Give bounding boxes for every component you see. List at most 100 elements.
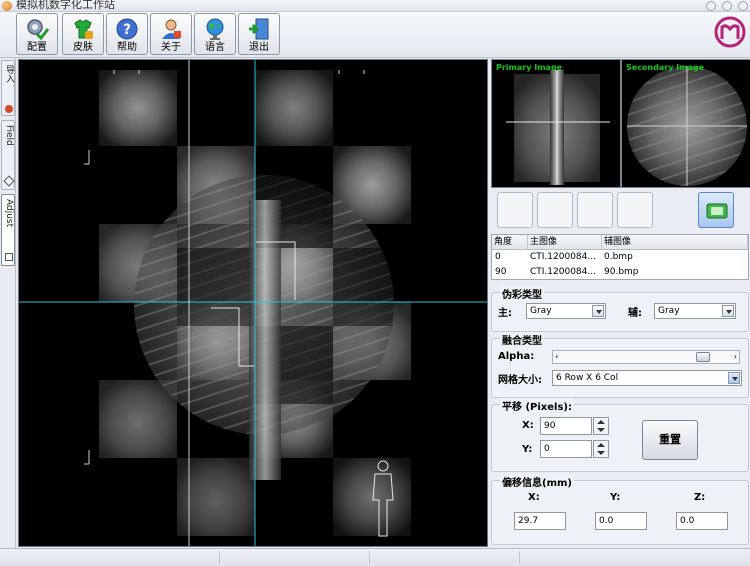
maximize-button[interactable]: [722, 1, 732, 11]
language-button[interactable]: 语言: [194, 13, 236, 55]
offset-y-value: 0.0: [599, 516, 614, 526]
toolbar: 配置 皮肤 ? 帮助 关于 语言 退出: [0, 12, 750, 58]
config-check-icon: [27, 19, 49, 41]
column-header-primary[interactable]: 主图像: [528, 235, 602, 250]
cell-primary-image: CTI.1200084...: [530, 267, 596, 277]
tab-adjust-label: Adjust: [4, 199, 14, 228]
chevron-down-icon: [728, 372, 740, 384]
skin-button[interactable]: 皮肤: [62, 13, 104, 55]
chevron-down-icon: [722, 305, 734, 317]
primary-image-thumbnail[interactable]: Primary Image: [491, 59, 621, 188]
translate-y-value: 0: [544, 444, 550, 454]
tab-import-label: 导入: [4, 65, 14, 83]
primary-color-value: Gray: [530, 306, 552, 316]
tab-adjust[interactable]: Adjust: [1, 194, 15, 266]
translate-group: 平移 (Pixels): X: 90 Y: 0 重置: [491, 398, 749, 472]
translate-y-label: Y:: [522, 444, 533, 455]
secondary-color-label: 辅:: [628, 308, 642, 319]
tool-slot-1[interactable]: [497, 192, 533, 228]
primary-color-select[interactable]: Gray: [526, 303, 606, 319]
fusion-image-canvas[interactable]: [19, 60, 488, 547]
offset-title: 偏移信息(mm): [500, 474, 574, 489]
translate-x-value: 90: [544, 421, 556, 431]
translate-y-input[interactable]: 0: [540, 440, 592, 458]
offset-info-group: 偏移信息(mm) X: Y: Z: 29.7 0.0 0.0: [491, 474, 749, 545]
about-button[interactable]: 关于: [150, 13, 192, 55]
field-icon: [3, 175, 15, 187]
secondary-image-label: Secondary Image: [626, 63, 705, 72]
offset-z-value: 0.0: [680, 516, 695, 526]
brand-logo-icon: [714, 15, 746, 49]
translate-x-spinner[interactable]: [593, 417, 609, 435]
cell-angle: 90: [495, 267, 507, 277]
fusion-image-viewer[interactable]: [18, 59, 488, 547]
display-mode-button[interactable]: [698, 192, 734, 228]
pseudo-color-group: 伪彩类型 主: Gray 辅: Gray: [491, 286, 749, 332]
tab-field-label: Field: [4, 125, 14, 146]
slider-left-arrow-icon[interactable]: ‹: [555, 352, 558, 361]
cell-secondary-image: 0.bmp: [604, 252, 633, 262]
tool-slot-3[interactable]: [577, 192, 613, 228]
alpha-slider-thumb[interactable]: [695, 352, 710, 362]
table-header: 角度 主图像 辅图像: [492, 235, 748, 250]
tool-slot-2[interactable]: [537, 192, 573, 228]
offset-y-label: Y:: [610, 492, 621, 503]
cell-primary-image: CTI.1200084...: [530, 252, 596, 262]
table-row[interactable]: 90 CTI.1200084... 90.bmp: [492, 265, 748, 280]
offset-x-value: 29.7: [518, 516, 539, 526]
grid-size-select[interactable]: 6 Row X 6 Col: [552, 370, 742, 386]
alpha-label: Alpha:: [498, 351, 535, 362]
minimize-button[interactable]: [706, 1, 716, 11]
title-bar: 模拟机数字化工作站: [0, 0, 750, 12]
language-label: 语言: [205, 42, 225, 53]
app-icon: [2, 1, 12, 11]
translate-x-label: X:: [522, 420, 534, 431]
primary-color-label: 主:: [498, 308, 512, 319]
translate-title: 平移 (Pixels):: [500, 398, 574, 413]
secondary-image-thumbnail[interactable]: Secondary Image: [621, 59, 750, 188]
exit-label: 退出: [249, 42, 269, 53]
offset-y-field[interactable]: 0.0: [595, 512, 647, 530]
column-header-secondary[interactable]: 辅图像: [602, 235, 748, 250]
alpha-slider[interactable]: ‹ ›: [552, 350, 740, 364]
help-button[interactable]: ? 帮助: [106, 13, 148, 55]
help-question-icon: ?: [116, 18, 138, 40]
close-button[interactable]: [738, 1, 748, 11]
chevron-down-icon: [592, 305, 604, 317]
offset-z-field[interactable]: 0.0: [676, 512, 728, 530]
import-icon: [5, 105, 13, 113]
adjust-icon: [5, 253, 13, 261]
control-panel: Primary Image Secondary Image 角度 主图像 辅图像…: [489, 59, 750, 547]
primary-image-label: Primary Image: [496, 63, 563, 72]
tab-field[interactable]: Field: [1, 120, 15, 190]
config-button[interactable]: 配置: [16, 13, 58, 55]
pseudo-color-title: 伪彩类型: [500, 286, 544, 301]
offset-z-label: Z:: [694, 492, 706, 503]
translate-y-spinner[interactable]: [593, 440, 609, 458]
status-cell: [370, 551, 520, 564]
tab-import[interactable]: 导入: [1, 60, 15, 116]
slider-right-arrow-icon[interactable]: ›: [734, 352, 737, 361]
cell-secondary-image: 90.bmp: [604, 267, 639, 277]
table-row[interactable]: 0 CTI.1200084... 0.bmp: [492, 250, 748, 265]
fusion-type-group: 融合类型 Alpha: ‹ › 网格大小: 6 Row X 6 Col: [491, 332, 749, 398]
primary-drr-image: [506, 70, 610, 185]
svg-text:?: ?: [123, 22, 131, 38]
status-cell: [220, 551, 370, 564]
status-bar: [0, 548, 750, 566]
grid-size-value: 6 Row X 6 Col: [556, 373, 619, 383]
skin-label: 皮肤: [73, 42, 93, 53]
left-tab-strip: 导入 Field Adjust: [0, 58, 16, 548]
column-header-angle[interactable]: 角度: [492, 235, 528, 250]
secondary-color-select[interactable]: Gray: [654, 303, 736, 319]
translate-x-input[interactable]: 90: [540, 417, 592, 435]
about-user-icon: [162, 19, 181, 39]
tool-slot-4[interactable]: [617, 192, 653, 228]
window-title: 模拟机数字化工作站: [16, 0, 115, 11]
reset-button[interactable]: 重置: [642, 420, 698, 460]
skin-shirt-icon: [74, 19, 93, 39]
grid-size-label: 网格大小:: [498, 375, 542, 386]
exit-button[interactable]: 退出: [238, 13, 280, 55]
offset-x-field[interactable]: 29.7: [514, 512, 566, 530]
secondary-circle-image: [627, 66, 747, 186]
